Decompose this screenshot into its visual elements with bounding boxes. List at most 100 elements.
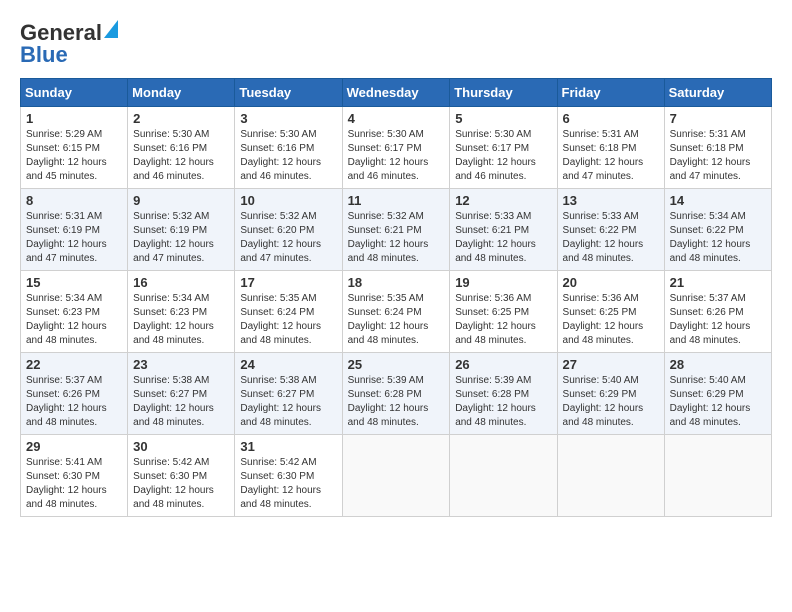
calendar-cell: 16Sunrise: 5:34 AM Sunset: 6:23 PM Dayli… bbox=[128, 271, 235, 353]
calendar-cell: 8 Sunrise: 5:31 AM Sunset: 6:19 PM Daylig… bbox=[21, 189, 128, 271]
day-info: Sunrise: 5:33 AM Sunset: 6:22 PM Dayligh… bbox=[563, 210, 659, 266]
day-number: 8 bbox=[26, 193, 122, 208]
calendar-body: 1 Sunrise: 5:29 AM Sunset: 6:15 PM Daylig… bbox=[21, 107, 772, 517]
week-row-3: 15Sunrise: 5:34 AM Sunset: 6:23 PM Dayli… bbox=[21, 271, 772, 353]
calendar-cell: 1 Sunrise: 5:29 AM Sunset: 6:15 PM Daylig… bbox=[21, 107, 128, 189]
day-number: 21 bbox=[670, 275, 766, 290]
day-number: 22 bbox=[26, 357, 122, 372]
day-info: Sunrise: 5:42 AM Sunset: 6:30 PM Dayligh… bbox=[133, 456, 229, 512]
day-info: Sunrise: 5:29 AM Sunset: 6:15 PM Dayligh… bbox=[26, 128, 122, 184]
calendar-table: SundayMondayTuesdayWednesdayThursdayFrid… bbox=[20, 78, 772, 517]
col-header-monday: Monday bbox=[128, 79, 235, 107]
day-number: 12 bbox=[455, 193, 551, 208]
day-info: Sunrise: 5:42 AM Sunset: 6:30 PM Dayligh… bbox=[240, 456, 336, 512]
col-header-wednesday: Wednesday bbox=[342, 79, 450, 107]
day-number: 31 bbox=[240, 439, 336, 454]
day-number: 30 bbox=[133, 439, 229, 454]
day-info: Sunrise: 5:40 AM Sunset: 6:29 PM Dayligh… bbox=[563, 374, 659, 430]
calendar-cell: 10Sunrise: 5:32 AM Sunset: 6:20 PM Dayli… bbox=[235, 189, 342, 271]
col-header-saturday: Saturday bbox=[664, 79, 771, 107]
day-of-week-row: SundayMondayTuesdayWednesdayThursdayFrid… bbox=[21, 79, 772, 107]
day-number: 1 bbox=[26, 111, 122, 126]
calendar-cell: 15Sunrise: 5:34 AM Sunset: 6:23 PM Dayli… bbox=[21, 271, 128, 353]
day-info: Sunrise: 5:30 AM Sunset: 6:16 PM Dayligh… bbox=[240, 128, 336, 184]
day-number: 19 bbox=[455, 275, 551, 290]
calendar-cell: 30 Sunrise: 5:42 AM Sunset: 6:30 PM Dayli… bbox=[128, 435, 235, 517]
calendar-cell: 17 Sunrise: 5:35 AM Sunset: 6:24 PM Dayli… bbox=[235, 271, 342, 353]
day-info: Sunrise: 5:39 AM Sunset: 6:28 PM Dayligh… bbox=[348, 374, 445, 430]
calendar-cell: 11 Sunrise: 5:32 AM Sunset: 6:21 PM Dayli… bbox=[342, 189, 450, 271]
day-info: Sunrise: 5:30 AM Sunset: 6:17 PM Dayligh… bbox=[348, 128, 445, 184]
day-number: 28 bbox=[670, 357, 766, 372]
calendar-cell: 18Sunrise: 5:35 AM Sunset: 6:24 PM Dayli… bbox=[342, 271, 450, 353]
day-number: 4 bbox=[348, 111, 445, 126]
week-row-5: 29Sunrise: 5:41 AM Sunset: 6:30 PM Dayli… bbox=[21, 435, 772, 517]
calendar-cell: 13 Sunrise: 5:33 AM Sunset: 6:22 PM Dayli… bbox=[557, 189, 664, 271]
day-info: Sunrise: 5:34 AM Sunset: 6:22 PM Dayligh… bbox=[670, 210, 766, 266]
day-info: Sunrise: 5:32 AM Sunset: 6:19 PM Dayligh… bbox=[133, 210, 229, 266]
calendar-cell: 9 Sunrise: 5:32 AM Sunset: 6:19 PM Daylig… bbox=[128, 189, 235, 271]
day-number: 14 bbox=[670, 193, 766, 208]
day-info: Sunrise: 5:38 AM Sunset: 6:27 PM Dayligh… bbox=[133, 374, 229, 430]
calendar-cell: 22Sunrise: 5:37 AM Sunset: 6:26 PM Dayli… bbox=[21, 353, 128, 435]
day-number: 6 bbox=[563, 111, 659, 126]
day-info: Sunrise: 5:32 AM Sunset: 6:21 PM Dayligh… bbox=[348, 210, 445, 266]
calendar-cell bbox=[450, 435, 557, 517]
day-info: Sunrise: 5:31 AM Sunset: 6:18 PM Dayligh… bbox=[670, 128, 766, 184]
calendar-cell: 12 Sunrise: 5:33 AM Sunset: 6:21 PM Dayli… bbox=[450, 189, 557, 271]
day-info: Sunrise: 5:32 AM Sunset: 6:20 PM Dayligh… bbox=[240, 210, 336, 266]
calendar-cell: 19 Sunrise: 5:36 AM Sunset: 6:25 PM Dayli… bbox=[450, 271, 557, 353]
day-info: Sunrise: 5:41 AM Sunset: 6:30 PM Dayligh… bbox=[26, 456, 122, 512]
calendar-cell: 25 Sunrise: 5:39 AM Sunset: 6:28 PM Dayli… bbox=[342, 353, 450, 435]
calendar-cell: 23 Sunrise: 5:38 AM Sunset: 6:27 PM Dayli… bbox=[128, 353, 235, 435]
day-number: 17 bbox=[240, 275, 336, 290]
day-number: 3 bbox=[240, 111, 336, 126]
col-header-friday: Friday bbox=[557, 79, 664, 107]
calendar-cell: 27 Sunrise: 5:40 AM Sunset: 6:29 PM Dayli… bbox=[557, 353, 664, 435]
day-number: 24 bbox=[240, 357, 336, 372]
day-info: Sunrise: 5:34 AM Sunset: 6:23 PM Dayligh… bbox=[26, 292, 122, 348]
calendar-cell: 29Sunrise: 5:41 AM Sunset: 6:30 PM Dayli… bbox=[21, 435, 128, 517]
day-info: Sunrise: 5:34 AM Sunset: 6:23 PM Dayligh… bbox=[133, 292, 229, 348]
day-info: Sunrise: 5:30 AM Sunset: 6:17 PM Dayligh… bbox=[455, 128, 551, 184]
day-info: Sunrise: 5:31 AM Sunset: 6:18 PM Dayligh… bbox=[563, 128, 659, 184]
day-info: Sunrise: 5:30 AM Sunset: 6:16 PM Dayligh… bbox=[133, 128, 229, 184]
calendar-cell: 3 Sunrise: 5:30 AM Sunset: 6:16 PM Daylig… bbox=[235, 107, 342, 189]
day-info: Sunrise: 5:31 AM Sunset: 6:19 PM Dayligh… bbox=[26, 210, 122, 266]
calendar-cell bbox=[342, 435, 450, 517]
calendar-cell: 21Sunrise: 5:37 AM Sunset: 6:26 PM Dayli… bbox=[664, 271, 771, 353]
calendar-cell: 5 Sunrise: 5:30 AM Sunset: 6:17 PM Daylig… bbox=[450, 107, 557, 189]
day-info: Sunrise: 5:35 AM Sunset: 6:24 PM Dayligh… bbox=[348, 292, 445, 348]
day-info: Sunrise: 5:36 AM Sunset: 6:25 PM Dayligh… bbox=[563, 292, 659, 348]
col-header-thursday: Thursday bbox=[450, 79, 557, 107]
day-info: Sunrise: 5:40 AM Sunset: 6:29 PM Dayligh… bbox=[670, 374, 766, 430]
calendar-cell: 20 Sunrise: 5:36 AM Sunset: 6:25 PM Dayli… bbox=[557, 271, 664, 353]
col-header-sunday: Sunday bbox=[21, 79, 128, 107]
day-info: Sunrise: 5:36 AM Sunset: 6:25 PM Dayligh… bbox=[455, 292, 551, 348]
day-info: Sunrise: 5:35 AM Sunset: 6:24 PM Dayligh… bbox=[240, 292, 336, 348]
day-number: 7 bbox=[670, 111, 766, 126]
day-number: 25 bbox=[348, 357, 445, 372]
day-number: 11 bbox=[348, 193, 445, 208]
calendar-cell: 26Sunrise: 5:39 AM Sunset: 6:28 PM Dayli… bbox=[450, 353, 557, 435]
day-number: 2 bbox=[133, 111, 229, 126]
calendar-cell: 2 Sunrise: 5:30 AM Sunset: 6:16 PM Daylig… bbox=[128, 107, 235, 189]
day-number: 9 bbox=[133, 193, 229, 208]
day-info: Sunrise: 5:38 AM Sunset: 6:27 PM Dayligh… bbox=[240, 374, 336, 430]
day-number: 27 bbox=[563, 357, 659, 372]
week-row-4: 22Sunrise: 5:37 AM Sunset: 6:26 PM Dayli… bbox=[21, 353, 772, 435]
day-info: Sunrise: 5:33 AM Sunset: 6:21 PM Dayligh… bbox=[455, 210, 551, 266]
week-row-1: 1 Sunrise: 5:29 AM Sunset: 6:15 PM Daylig… bbox=[21, 107, 772, 189]
calendar-cell: 6 Sunrise: 5:31 AM Sunset: 6:18 PM Daylig… bbox=[557, 107, 664, 189]
calendar-cell bbox=[664, 435, 771, 517]
calendar-cell: 31 Sunrise: 5:42 AM Sunset: 6:30 PM Dayli… bbox=[235, 435, 342, 517]
day-number: 13 bbox=[563, 193, 659, 208]
calendar-cell: 4 Sunrise: 5:30 AM Sunset: 6:17 PM Daylig… bbox=[342, 107, 450, 189]
calendar-cell bbox=[557, 435, 664, 517]
week-row-2: 8 Sunrise: 5:31 AM Sunset: 6:19 PM Daylig… bbox=[21, 189, 772, 271]
day-number: 5 bbox=[455, 111, 551, 126]
day-number: 20 bbox=[563, 275, 659, 290]
logo-blue: Blue bbox=[20, 42, 68, 68]
page-header: General Blue bbox=[20, 20, 772, 68]
day-number: 23 bbox=[133, 357, 229, 372]
